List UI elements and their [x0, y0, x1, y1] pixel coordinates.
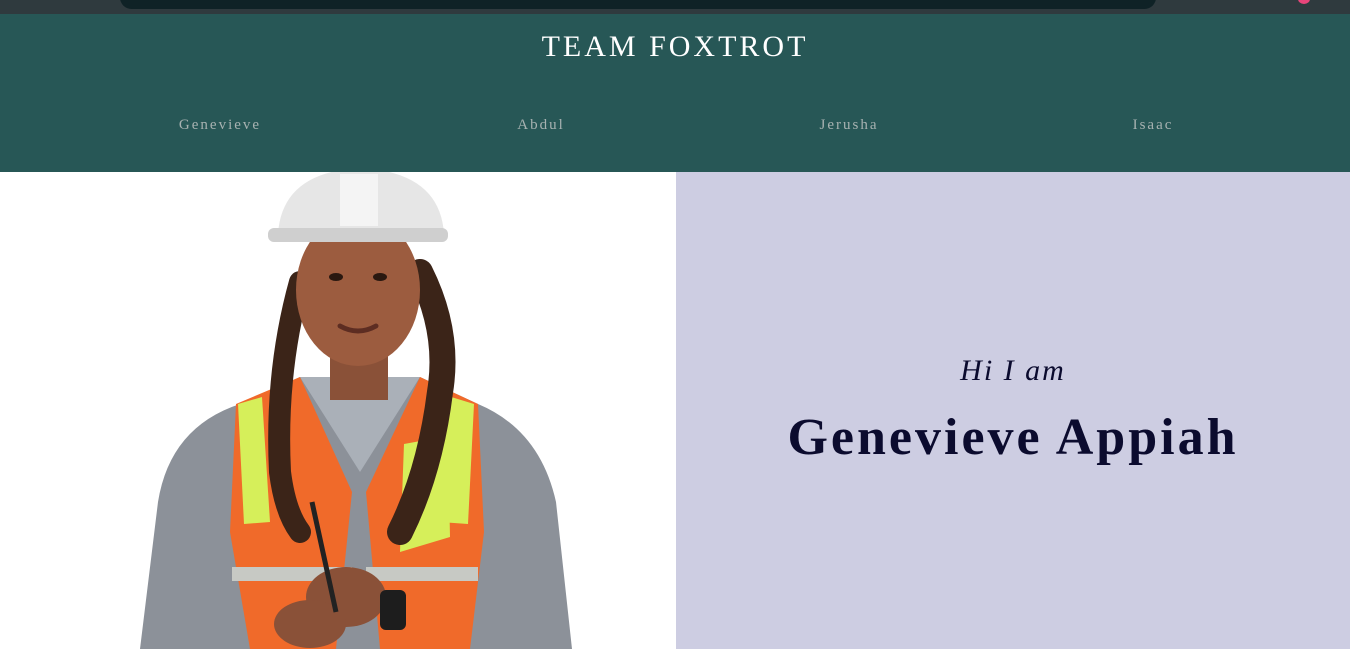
nav-link-genevieve[interactable]: Genevieve [179, 117, 261, 134]
profile-photo [140, 172, 572, 649]
site-header: TEAM FOXTROT Genevieve Abdul Jerusha Isa… [0, 14, 1350, 172]
address-bar[interactable] [120, 0, 1156, 9]
hero-name: Genevieve Appiah [787, 409, 1239, 466]
hero-greeting: Hi I am [960, 354, 1066, 387]
browser-toolbar-edge [0, 0, 1350, 14]
hero-intro-panel: Hi I am Genevieve Appiah [676, 172, 1350, 649]
nav-link-isaac[interactable]: Isaac [1133, 117, 1174, 134]
hero-photo-panel [0, 172, 676, 649]
main-nav: Genevieve Abdul Jerusha Isaac [0, 117, 1350, 139]
profile-badge-icon[interactable] [1298, 0, 1310, 4]
nav-link-jerusha[interactable]: Jerusha [820, 117, 879, 134]
nav-link-abdul[interactable]: Abdul [517, 117, 565, 134]
site-title: TEAM FOXTROT [541, 30, 809, 63]
